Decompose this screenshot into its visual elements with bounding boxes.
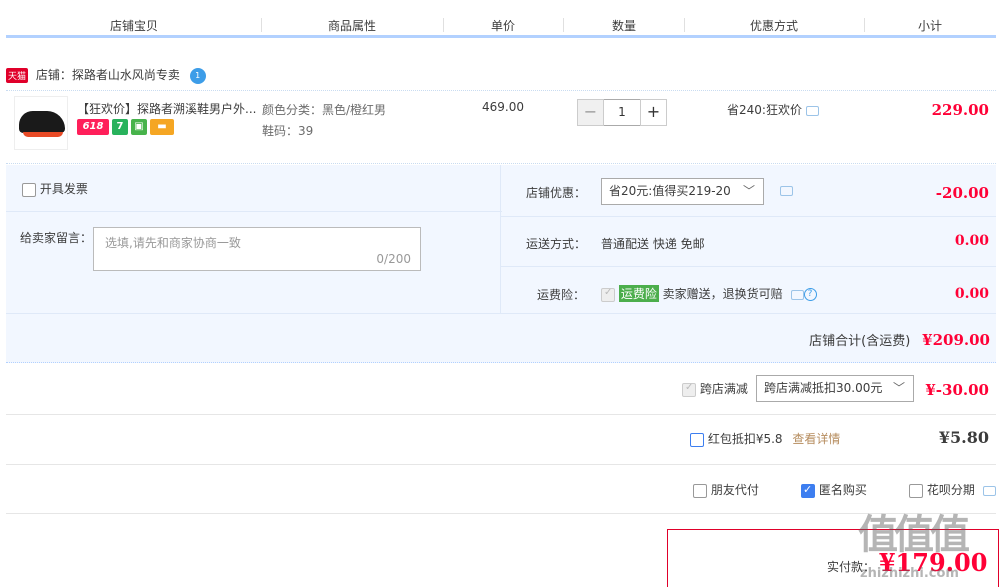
comment-icon[interactable] [982, 485, 996, 496]
insurance-desc: 卖家赠送，退换货可赔 [662, 287, 783, 301]
redpacket-checkbox[interactable] [690, 432, 704, 447]
watermark-logo: 值值值 [858, 512, 970, 558]
col-quantity: 数量 [611, 19, 637, 33]
cross-store-value: 跨店满减抵扣30.00元 [764, 381, 883, 395]
comment-icon[interactable] [780, 186, 793, 196]
friend-pay-option[interactable]: 朋友代付 [693, 481, 759, 498]
panel-divider [500, 165, 501, 313]
col-divider [563, 18, 564, 32]
promo-text: 省240:狂欢价 [727, 103, 802, 117]
memo-char-count: 0/200 [376, 252, 411, 266]
col-attributes: 商品属性 [327, 19, 377, 33]
shop-total-amount: ¥209.00 [922, 331, 990, 349]
shoe-image [19, 111, 65, 137]
qty-minus-button[interactable]: − [577, 99, 604, 126]
guarantee-icon: ▣ [131, 119, 147, 135]
credit-card-icon: ▬ [150, 119, 174, 135]
col-divider [684, 18, 685, 32]
product-title[interactable]: 【狂欢价】探路者溯溪鞋男户外... [77, 100, 257, 117]
col-promotion: 优惠方式 [749, 19, 799, 33]
col-subtotal: 小计 [917, 19, 943, 33]
invoice-label: 开具发票 [39, 182, 88, 196]
cross-store-select[interactable]: 跨店满减抵扣30.00元 ﹀ [756, 375, 914, 402]
friend-pay-checkbox[interactable] [693, 483, 707, 498]
tmall-badge: 天猫 [6, 68, 29, 83]
shop-line: 天猫 店铺：探路者山水风尚专卖 1 [6, 66, 206, 84]
memo-placeholder: 选填,请先和商家协商一致 [105, 236, 241, 250]
chat-icon[interactable]: 1 [189, 67, 206, 84]
insurance-amount: 0.00 [954, 286, 989, 302]
shop-name[interactable]: 探路者山水风尚专卖 [72, 68, 180, 82]
friend-pay-label: 朋友代付 [710, 483, 759, 497]
redpacket-amount: ¥5.80 [938, 428, 989, 447]
shipping-label: 运送方式： [526, 237, 587, 251]
product-thumbnail[interactable] [14, 96, 68, 150]
insurance-option: 运费险 卖家赠送，退换货可赔 ? [601, 285, 817, 302]
item-promo: 省240:狂欢价 [727, 101, 819, 118]
seven-day-return-badge: 7 [112, 119, 128, 135]
redpacket-label: 红包抵扣¥5.8 [707, 432, 783, 446]
shop-label: 店铺： [35, 68, 72, 82]
panel-row-divider [6, 211, 502, 212]
panel-row-divider [500, 266, 996, 267]
row-divider [6, 414, 996, 415]
anonymous-checkbox[interactable] [801, 483, 815, 498]
memo-textarea[interactable]: 选填,请先和商家协商一致 0/200 [93, 227, 421, 271]
shipping-value: 普通配送 快递 免邮 [601, 237, 705, 251]
huabei-option[interactable]: 花呗分期 [909, 481, 996, 498]
redpacket-option[interactable]: 红包抵扣¥5.8 查看详情 [690, 430, 840, 447]
shop-discount-select[interactable]: 省20元:值得买219-20 ﹀ [601, 178, 764, 205]
attr-size: 鞋码：39 [262, 124, 314, 138]
anonymous-label: 匿名购买 [818, 483, 867, 497]
shop-discount-amount: -20.00 [935, 184, 989, 202]
huabei-label: 花呗分期 [926, 483, 975, 497]
618-badge: 618 [77, 119, 109, 135]
help-icon[interactable]: ? [803, 288, 817, 301]
watermark-url: zhizhizhi.com [860, 566, 959, 581]
quantity-stepper: − 1 + [577, 99, 667, 126]
comment-icon[interactable] [805, 105, 819, 116]
shop-discount-label: 店铺优惠： [526, 186, 587, 200]
qty-plus-button[interactable]: + [640, 99, 667, 126]
row-divider [6, 464, 996, 465]
anonymous-option[interactable]: 匿名购买 [801, 481, 867, 498]
col-divider [864, 18, 865, 32]
invoice-option[interactable]: 开具发票 [22, 180, 88, 197]
col-shop-item: 店铺宝贝 [109, 19, 159, 33]
cross-store-label: 跨店满减 [699, 382, 748, 396]
redpacket-details-link[interactable]: 查看详情 [792, 432, 840, 446]
unit-price: 469.00 [482, 100, 524, 114]
item-subtotal: 229.00 [931, 101, 989, 119]
shipping-amount: 0.00 [954, 233, 989, 249]
cross-store-checkbox [682, 382, 696, 397]
comment-icon[interactable] [790, 289, 804, 300]
shop-total-label: 店铺合计(含运费) [809, 334, 911, 349]
cross-store-option: 跨店满减 [682, 380, 748, 397]
row-divider [6, 513, 996, 514]
attr-color: 颜色分类：黑色/橙红男 [262, 103, 387, 117]
invoice-checkbox[interactable] [22, 182, 36, 197]
insurance-checkbox [601, 287, 615, 302]
shop-discount-value: 省20元:值得买219-20 [609, 184, 731, 198]
cross-store-amount: ¥-30.00 [925, 381, 989, 399]
qty-input[interactable]: 1 [604, 99, 640, 126]
shop-total: 店铺合计(含运费) ¥209.00 [809, 330, 990, 349]
memo-label: 给卖家留言： [20, 231, 93, 245]
panel-row-divider [500, 216, 996, 217]
chevron-down-icon: ﹀ [742, 184, 755, 198]
panel-row-divider [6, 313, 996, 314]
service-badges: 618 7 ▣ ▬ [77, 119, 174, 135]
col-divider [443, 18, 444, 32]
col-unit-price: 单价 [490, 19, 516, 33]
col-divider [261, 18, 262, 32]
insurance-label: 运费险： [537, 288, 586, 302]
huabei-checkbox[interactable] [909, 483, 923, 498]
cart-header: 店铺宝贝 商品属性 单价 数量 优惠方式 小计 [6, 14, 996, 38]
insurance-tag: 运费险 [618, 285, 659, 302]
